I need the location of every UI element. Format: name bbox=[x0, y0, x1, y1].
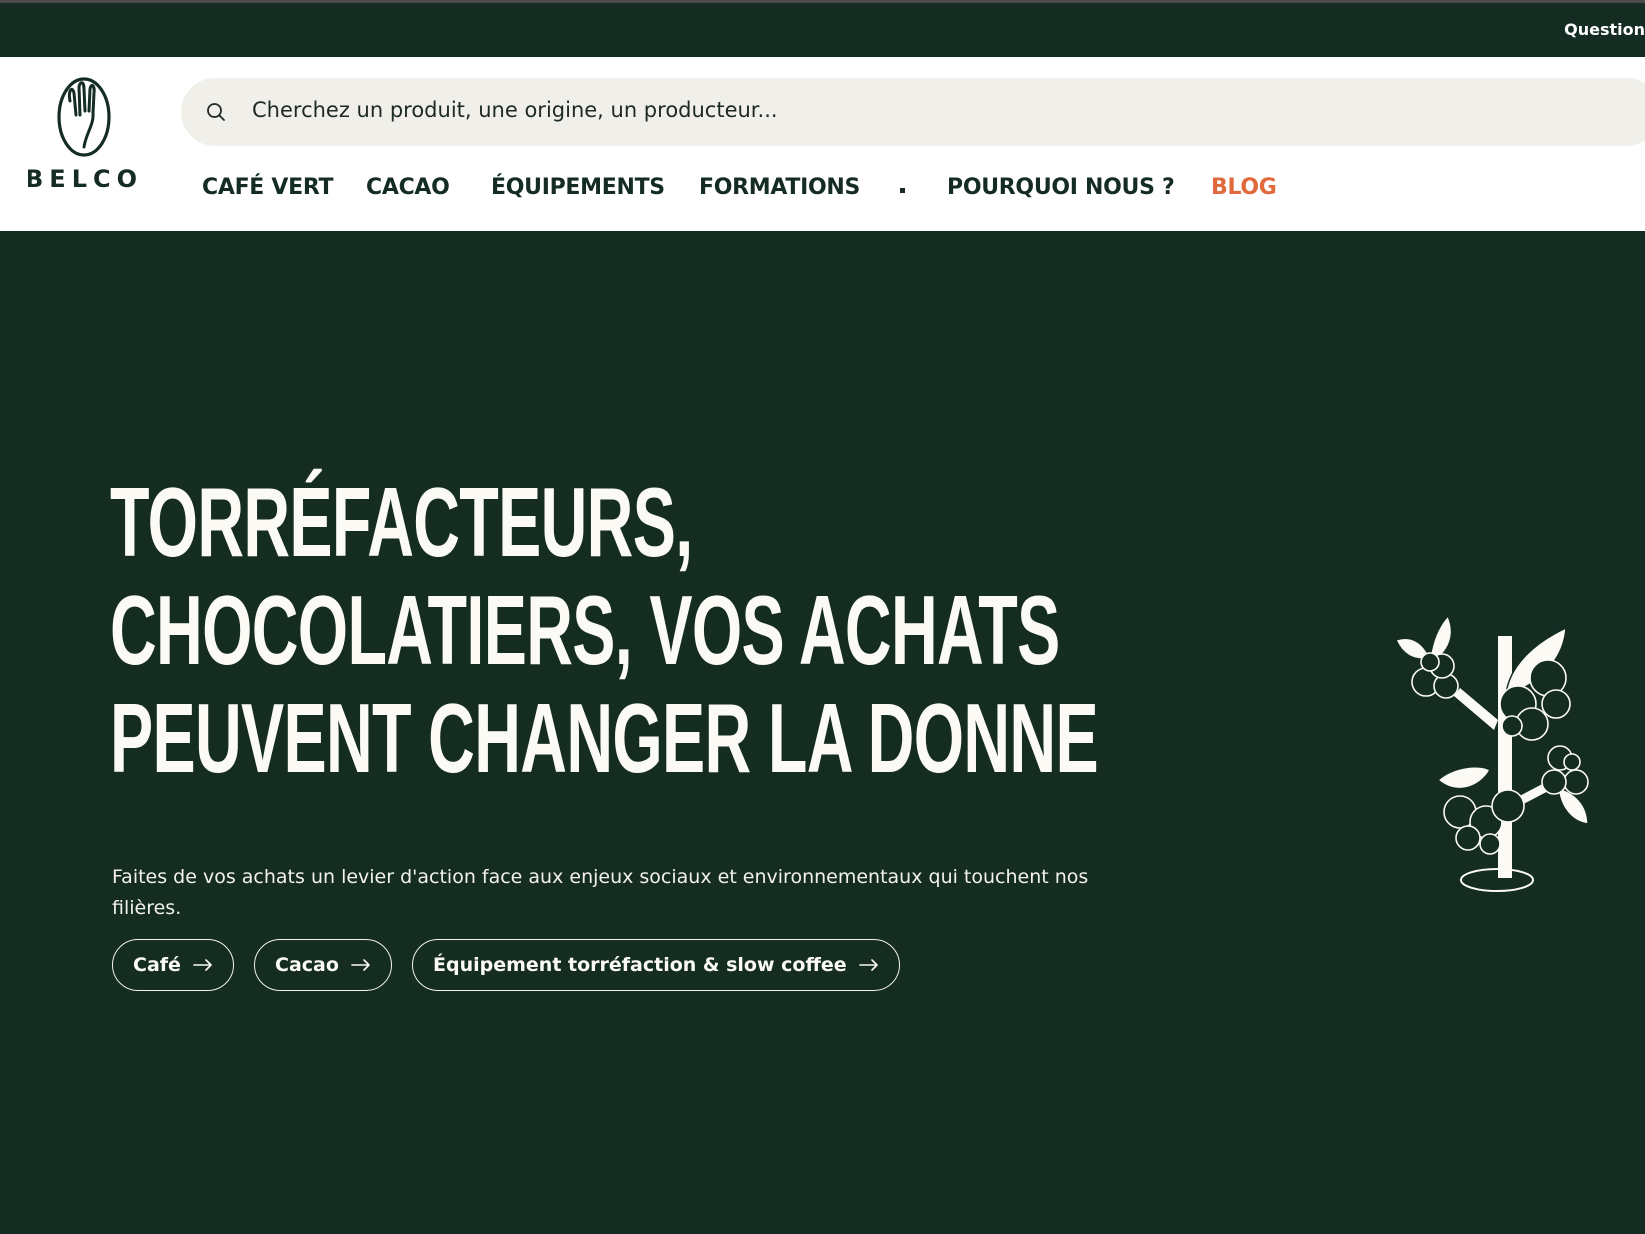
cafe-button[interactable]: Café bbox=[112, 939, 234, 991]
cacao-button[interactable]: Cacao bbox=[254, 939, 392, 991]
hero-title-line-3: PEUVENT CHANGER LA DONNE bbox=[110, 683, 1099, 793]
logo-mark-icon: BELCO bbox=[25, 77, 140, 193]
nav-item-formations[interactable]: FORMATIONS bbox=[699, 175, 860, 200]
nav-item-cacao[interactable]: CACAO bbox=[366, 175, 450, 200]
nav-item-pourquoi-nous[interactable]: POURQUOI NOUS ? bbox=[947, 175, 1175, 200]
search-input[interactable]: Cherchez un produit, une origine, un pro… bbox=[252, 98, 778, 122]
arrow-right-icon bbox=[351, 959, 370, 971]
arrow-right-icon bbox=[193, 959, 212, 971]
site-header: BELCO Cherchez un produit, une origine, … bbox=[0, 57, 1645, 231]
nav-item-blog[interactable]: BLOG bbox=[1211, 175, 1277, 200]
search-icon bbox=[207, 103, 225, 121]
logo-text: BELCO bbox=[28, 165, 140, 193]
nav-separator-dot bbox=[900, 188, 905, 193]
equipement-button-label: Équipement torréfaction & slow coffee bbox=[433, 954, 847, 976]
search-bar[interactable]: Cherchez un produit, une origine, un pro… bbox=[181, 78, 1645, 146]
nav-item-equipements[interactable]: ÉQUIPEMENTS bbox=[491, 175, 665, 200]
cafe-button-label: Café bbox=[133, 954, 181, 976]
coffee-plant-icon bbox=[1395, 614, 1589, 892]
top-bar-link[interactable]: Question bbox=[1564, 20, 1645, 39]
hero-title: TORRÉFACTEURS, CHOCOLATIERS, VOS ACHATS … bbox=[110, 467, 1099, 793]
top-bar: Question bbox=[0, 3, 1645, 57]
hero-title-line-2: CHOCOLATIERS, VOS ACHATS bbox=[110, 575, 1060, 685]
cacao-button-label: Cacao bbox=[275, 954, 339, 976]
nav-item-cafe-vert[interactable]: CAFÉ VERT bbox=[202, 175, 334, 200]
hero-subtitle: Faites de vos achats un levier d'action … bbox=[112, 866, 1089, 919]
arrow-right-icon bbox=[858, 959, 878, 971]
coffee-plant-illustration bbox=[1390, 610, 1610, 900]
equipement-button[interactable]: Équipement torréfaction & slow coffee bbox=[412, 939, 900, 991]
hero-title-line-1: TORRÉFACTEURS, bbox=[110, 467, 693, 577]
belco-logo[interactable]: BELCO bbox=[25, 75, 140, 195]
